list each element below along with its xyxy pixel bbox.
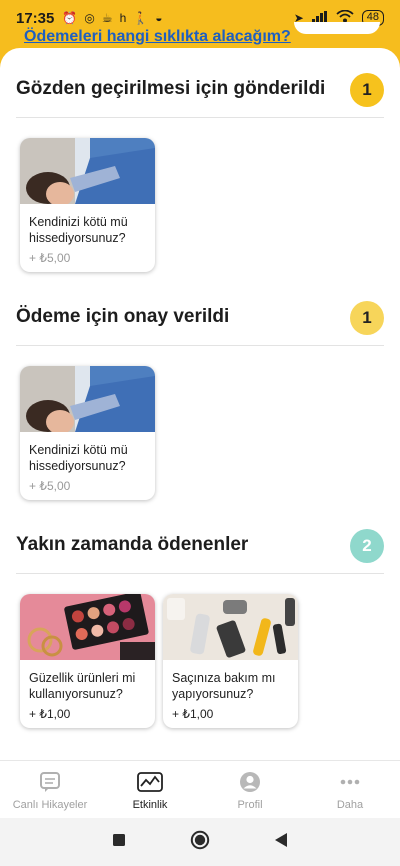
sick-person-photo	[20, 366, 155, 432]
cup-icon: ☕	[101, 11, 113, 25]
nav-label: Daha	[336, 799, 364, 811]
nav-label: Canlı Hikayeler	[12, 799, 88, 811]
activity-sheet: Gözden geçirilmesi için gönderildi 1 Ken…	[0, 48, 400, 760]
system-navigation-bar	[0, 818, 400, 866]
profile-icon	[239, 771, 261, 793]
activity-chart-icon	[137, 771, 163, 793]
pokeball-icon: ◒	[155, 11, 163, 25]
nav-live-stories[interactable]: Canlı Hikayeler	[0, 761, 100, 818]
card-title: Güzellik ürünleri mi kullanıyorsunuz?	[29, 671, 136, 701]
section-header: Yakın zamanda ödenenler 2	[16, 504, 384, 574]
card-title: Saçınıza bakım mı yapıyorsunuz?	[172, 671, 276, 701]
walking-icon: 🚶	[133, 11, 149, 25]
nav-label: Profil	[237, 799, 263, 811]
task-card[interactable]: Kendinizi kötü mü hissediyorsunuz? + ₺5,…	[20, 366, 155, 500]
card-amount: + ₺5,00	[29, 479, 71, 493]
nav-more[interactable]: Daha	[300, 761, 400, 818]
section-header: Ödeme için onay verildi 1	[16, 276, 384, 346]
whatsapp-icon: ◎	[84, 11, 95, 25]
task-card[interactable]: Güzellik ürünleri mi kullanıyorsunuz? + …	[20, 594, 155, 728]
task-card[interactable]: Saçınıza bakım mı yapıyorsunuz? + ₺1,00	[163, 594, 298, 728]
more-icon	[339, 771, 361, 793]
count-badge: 1	[350, 73, 384, 107]
count-badge: 1	[350, 301, 384, 335]
section-title: Ödeme için onay verildi	[16, 306, 230, 327]
card-title: Kendinizi kötü mü hissediyorsunuz?	[29, 215, 128, 245]
card-amount: + ₺1,00	[172, 707, 214, 721]
bottom-navigation: Canlı Hikayeler Etkinlik Profil Daha	[0, 760, 400, 818]
stories-icon	[39, 771, 61, 793]
section-title: Gözden geçirilmesi için gönderildi	[16, 78, 326, 99]
header-button-edge[interactable]	[294, 22, 380, 34]
status-time: 17:35	[16, 9, 55, 27]
recents-square-icon[interactable]	[112, 833, 126, 852]
section-approved-for-payment: Ödeme için onay verildi 1	[0, 276, 400, 346]
card-amount: + ₺1,00	[29, 707, 71, 721]
card-list: Kendinizi kötü mü hissediyorsunuz? + ₺5,…	[20, 366, 155, 500]
card-list: Kendinizi kötü mü hissediyorsunuz? + ₺5,…	[20, 138, 155, 272]
sick-person-photo	[20, 138, 155, 204]
section-title: Yakın zamanda ödenenler	[16, 534, 249, 555]
home-circle-icon[interactable]	[190, 830, 210, 855]
back-triangle-icon[interactable]	[274, 832, 288, 853]
makeup-palette-photo	[20, 594, 155, 660]
h-notification-icon: h	[119, 11, 127, 25]
hair-care-products-photo	[163, 594, 298, 660]
card-title: Kendinizi kötü mü hissediyorsunuz?	[29, 443, 128, 473]
nav-label: Etkinlik	[132, 799, 168, 811]
payment-frequency-link[interactable]: Ödemeleri hangi sıklıkta alacağım?	[24, 28, 291, 46]
section-header: Gözden geçirilmesi için gönderildi 1	[16, 48, 384, 118]
card-amount: + ₺5,00	[29, 251, 71, 265]
notification-icons: ⏰ ◎ ☕ h 🚶 ◒	[62, 11, 162, 25]
section-recently-paid: Yakın zamanda ödenenler 2	[0, 504, 400, 574]
task-card[interactable]: Kendinizi kötü mü hissediyorsunuz? + ₺5,…	[20, 138, 155, 272]
nav-profile[interactable]: Profil	[200, 761, 300, 818]
count-badge: 2	[350, 529, 384, 563]
nav-activity[interactable]: Etkinlik	[100, 761, 200, 818]
card-list: Güzellik ürünleri mi kullanıyorsunuz? + …	[20, 594, 298, 728]
alarm-icon: ⏰	[62, 11, 78, 25]
section-submitted-for-review: Gözden geçirilmesi için gönderildi 1	[0, 48, 400, 118]
